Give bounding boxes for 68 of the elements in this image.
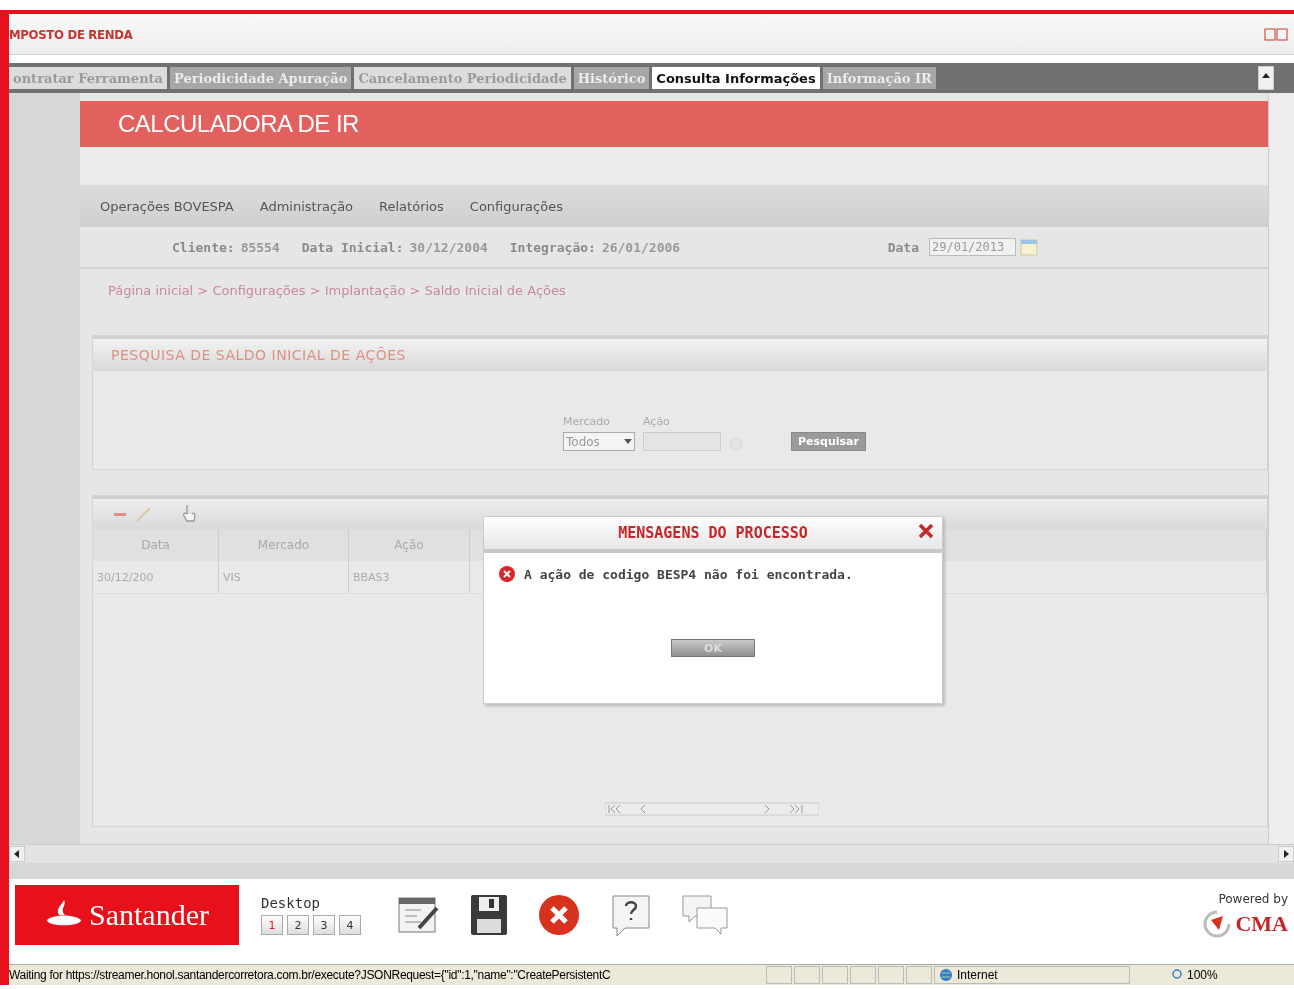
scroll-left-arrow-icon[interactable] bbox=[9, 845, 25, 862]
status-pane bbox=[878, 966, 904, 984]
info-label: Integração: bbox=[509, 239, 596, 255]
zoom-icon[interactable] bbox=[1172, 969, 1184, 981]
tab[interactable]: ontratar Ferramenta bbox=[9, 67, 168, 89]
dialog-title: MENSAGENS DO PROCESSO bbox=[618, 524, 808, 542]
field-label: Mercado bbox=[563, 415, 612, 428]
desktop-switch-button[interactable]: 1 bbox=[261, 915, 283, 935]
remove-icon[interactable] bbox=[113, 511, 127, 517]
info-value: 26/01/2006 bbox=[601, 239, 681, 255]
info-label: Cliente: bbox=[172, 239, 235, 255]
status-text: Waiting for https://streamer.honol.santandercorretora.com.br/execute?JSONRequest={"id":1,"name":"CreatePersistentC bbox=[9, 968, 612, 982]
status-pane bbox=[822, 966, 848, 984]
dialog-message: A ação de codigo BESP4 não foi encontrada. bbox=[524, 566, 853, 582]
desktop-switch-button[interactable]: 2 bbox=[287, 915, 309, 935]
brand-logo-text: CMA bbox=[1235, 911, 1288, 937]
restore-icon[interactable] bbox=[1264, 27, 1288, 41]
search-button[interactable]: Pesquisar bbox=[791, 432, 866, 451]
date-label: Data bbox=[887, 239, 919, 255]
app-title: CALCULADORA DE IR bbox=[118, 110, 359, 138]
status-pane bbox=[906, 966, 932, 984]
tab[interactable]: Consulta Informações bbox=[652, 67, 820, 89]
scroll-right-arrow-icon[interactable] bbox=[1278, 845, 1294, 862]
menu-item[interactable]: Administração bbox=[259, 198, 354, 214]
table-cell: BBAS3 bbox=[348, 561, 470, 594]
breadcrumb[interactable]: Página inicial > Configurações > Implantação > Saldo Inicial de Ações bbox=[80, 269, 1268, 335]
desktop-switch-button[interactable]: 3 bbox=[313, 915, 335, 935]
field-label: Ação bbox=[643, 415, 671, 428]
zone-label: Internet bbox=[957, 968, 998, 982]
dropdown-caret-icon[interactable] bbox=[624, 438, 632, 445]
info-value: 85554 bbox=[240, 239, 280, 255]
window-title: MPOSTO DE RENDA bbox=[9, 26, 133, 42]
market-dropdown[interactable]: Todos bbox=[563, 432, 635, 451]
status-pane bbox=[794, 966, 820, 984]
error-icon bbox=[498, 565, 516, 583]
stock-input-field[interactable] bbox=[643, 432, 721, 451]
status-pane bbox=[766, 966, 792, 984]
logo-text: Santander bbox=[89, 898, 209, 932]
hand-pointer-icon[interactable] bbox=[181, 503, 197, 525]
vertical-scrollbar[interactable] bbox=[1268, 93, 1294, 844]
table-cell: VIS bbox=[218, 561, 349, 594]
ok-button[interactable]: OK bbox=[671, 639, 755, 657]
desktop-switch-button[interactable]: 4 bbox=[339, 915, 361, 935]
globe-icon bbox=[939, 968, 953, 982]
desktop-label: Desktop bbox=[261, 895, 321, 911]
notepad-icon[interactable] bbox=[397, 894, 441, 936]
menu-item[interactable]: Configurações bbox=[469, 198, 563, 214]
info-label: Data Inicial: bbox=[301, 239, 404, 255]
table-cell: 30/12/200 bbox=[93, 561, 219, 594]
save-icon[interactable] bbox=[469, 893, 509, 937]
status-pane bbox=[850, 966, 876, 984]
close-icon[interactable] bbox=[537, 893, 581, 937]
tab[interactable]: Histórico bbox=[573, 67, 650, 89]
tab[interactable]: Periodicidade Apuração bbox=[170, 67, 352, 89]
menu-item[interactable]: Relatórios bbox=[379, 198, 444, 214]
panel-title: PESQUISA DE SALDO INICIAL DE AÇÕES bbox=[93, 336, 1267, 371]
close-icon[interactable] bbox=[918, 523, 934, 539]
info-value: 30/12/2004 bbox=[409, 239, 488, 255]
date-field[interactable]: 29/01/2013 bbox=[929, 238, 1016, 256]
scroll-up-arrow-icon[interactable] bbox=[1258, 66, 1274, 90]
powered-by-text: Powered by bbox=[1218, 892, 1288, 906]
horizontal-scrollbar[interactable] bbox=[9, 843, 1294, 863]
tab[interactable]: Cancelamento Periodicidade bbox=[354, 67, 571, 89]
swirl-icon bbox=[1203, 910, 1232, 938]
zoom-level[interactable]: 100% bbox=[1187, 968, 1218, 982]
tab[interactable]: Informação IR bbox=[822, 67, 936, 89]
menu-item[interactable]: Operações BOVESPA bbox=[100, 198, 234, 214]
help-icon[interactable] bbox=[609, 892, 653, 938]
